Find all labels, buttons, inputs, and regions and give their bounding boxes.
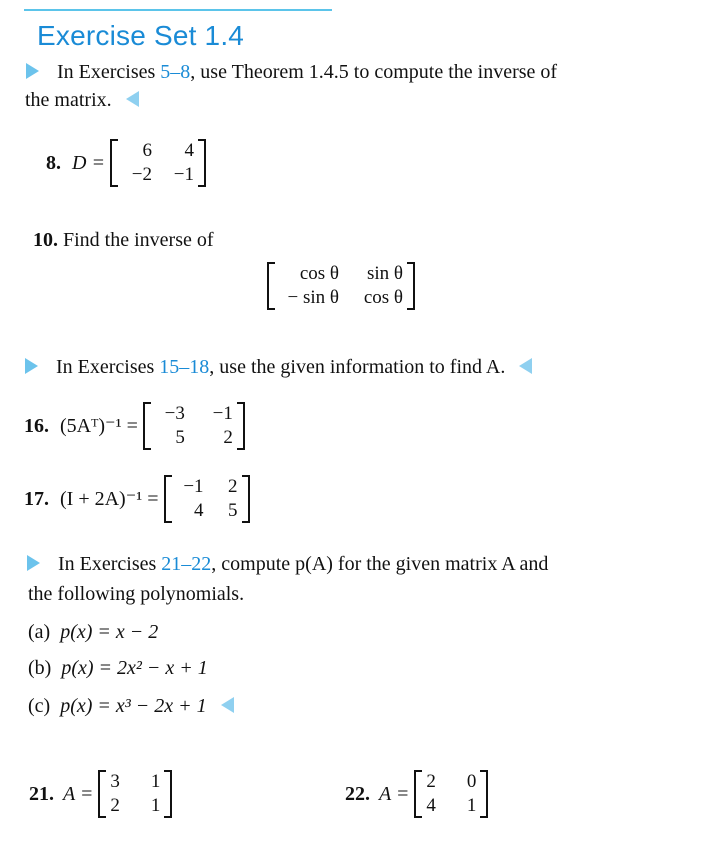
polynomial-b: (b) p(x) = 2x² − x + 1 bbox=[28, 657, 208, 679]
matrix-rotation: cos θ sin θ − sin θ cos θ bbox=[267, 262, 415, 310]
matrix-entry: −1 bbox=[212, 403, 233, 424]
matrix-16: −3 −1 5 2 bbox=[142, 402, 245, 450]
polynomial-c: (c) p(x) = x³ − 2x + 1 bbox=[28, 692, 234, 720]
exercise-21: 21. A = 31 21 bbox=[29, 770, 173, 818]
start-marker-icon bbox=[27, 555, 40, 571]
instruction-line-2: the matrix. bbox=[25, 86, 139, 114]
matrix-entry: −2 bbox=[131, 164, 152, 185]
section-rule bbox=[24, 9, 332, 11]
matrix-entry: 2 bbox=[223, 427, 233, 448]
start-marker-icon bbox=[26, 63, 39, 79]
instruction-line-2: the following polynomials. bbox=[28, 583, 245, 605]
matrix-17: −1 2 4 5 bbox=[163, 475, 250, 523]
matrix-entry: 5 bbox=[175, 427, 185, 448]
exercise-16: 16. (5Aᵀ)⁻¹ = −3 −1 52 bbox=[24, 402, 245, 450]
matrix-entry: 0 bbox=[466, 771, 477, 792]
matrix-entry: −1 bbox=[173, 164, 194, 185]
section-title: Exercise Set 1.4 bbox=[37, 20, 245, 51]
matrix-entry: 4 bbox=[426, 795, 436, 816]
matrix-entry: 1 bbox=[150, 795, 161, 816]
matrix-entry: 5 bbox=[228, 500, 238, 521]
matrix-entry: 2 bbox=[228, 476, 238, 497]
matrix-21: 3 1 2 1 bbox=[98, 770, 173, 818]
polynomial-a: (a) p(x) = x − 2 bbox=[28, 621, 159, 643]
matrix-entry: 4 bbox=[184, 140, 194, 161]
instruction-exercises-21-22: In Exercises 21–22, compute p(A) for the… bbox=[27, 550, 548, 578]
matrix-entry: 6 bbox=[142, 140, 152, 161]
matrix-entry: cos θ bbox=[299, 263, 339, 284]
matrix-entry: − sin θ bbox=[287, 287, 340, 308]
matrix-22: 2 0 4 1 bbox=[414, 770, 489, 818]
exercise-10: 10. Find the inverse of bbox=[33, 229, 214, 251]
matrix-entry: 2 bbox=[110, 795, 120, 816]
exercise-8: 8. D = 64 −2 −1 bbox=[46, 139, 206, 187]
matrix-entry: −1 bbox=[183, 476, 204, 497]
matrix-entry: sin θ bbox=[366, 263, 403, 284]
exercise-range-link[interactable]: 15–18 bbox=[159, 356, 209, 378]
end-marker-icon bbox=[519, 358, 533, 374]
end-marker-icon bbox=[220, 697, 234, 713]
end-marker-icon bbox=[125, 91, 139, 107]
matrix-entry: cos θ bbox=[363, 287, 403, 308]
exercise-range-link[interactable]: 21–22 bbox=[161, 553, 211, 575]
instruction-exercises-5-8: In Exercises 5–8, use Theorem 1.4.5 to c… bbox=[26, 58, 557, 86]
matrix-entry: −3 bbox=[164, 403, 185, 424]
matrix-entry: 2 bbox=[426, 771, 436, 792]
matrix-entry: 4 bbox=[194, 500, 204, 521]
matrix-entry: 1 bbox=[466, 795, 477, 816]
exercise-17: 17. (I + 2A)⁻¹ = −1 2 45 bbox=[24, 475, 250, 523]
matrix-d: 6 4 −2 −1 bbox=[109, 139, 206, 187]
start-marker-icon bbox=[25, 358, 38, 374]
instruction-exercises-15-18: In Exercises 15–18, use the given inform… bbox=[25, 353, 533, 381]
exercise-range-link[interactable]: 5–8 bbox=[160, 61, 190, 83]
matrix-entry: 3 bbox=[110, 771, 120, 792]
exercise-22: 22. A = 20 41 bbox=[345, 770, 489, 818]
matrix-entry: 1 bbox=[150, 771, 161, 792]
